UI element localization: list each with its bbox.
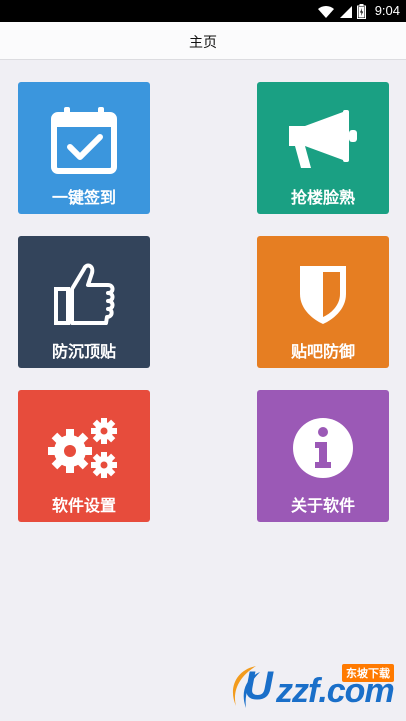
tile-label: 贴吧防御: [290, 342, 355, 361]
watermark-badge: 东坡下载: [342, 664, 394, 682]
wifi-icon: [318, 5, 334, 18]
tile-label: 防沉顶贴: [51, 342, 116, 361]
app-bar: 主页: [0, 22, 406, 60]
watermark-logo: U zzf.com 东坡下载: [226, 660, 402, 718]
page-title: 主页: [189, 35, 217, 51]
tile-about-software[interactable]: 关于软件: [257, 390, 389, 522]
status-time: 9:04: [374, 3, 400, 18]
megaphone-icon: [289, 110, 357, 168]
signal-icon: [340, 5, 352, 18]
status-bar: 9:04: [0, 0, 406, 22]
tile-one-click-signin[interactable]: 一键签到: [18, 82, 150, 214]
shield-icon: [300, 266, 346, 324]
gears-icon: [48, 418, 117, 478]
tile-label: 软件设置: [51, 496, 116, 515]
info-icon: [293, 418, 353, 478]
watermark-u: U: [244, 664, 273, 708]
tile-anti-sink-bump[interactable]: 防沉顶贴: [18, 236, 150, 368]
tile-label: 抢楼脸熟: [290, 188, 355, 207]
tile-label: 一键签到: [51, 188, 116, 207]
calendar-check-icon: [51, 107, 117, 174]
tile-label: 关于软件: [290, 496, 355, 515]
tile-forum-defense[interactable]: 贴吧防御: [257, 236, 389, 368]
tile-software-settings[interactable]: 软件设置: [18, 390, 150, 522]
tile-grab-floor[interactable]: 抢楼脸熟: [257, 82, 389, 214]
battery-icon: [357, 4, 366, 19]
thumbs-up-icon: [54, 263, 115, 325]
status-icons: [317, 4, 366, 19]
